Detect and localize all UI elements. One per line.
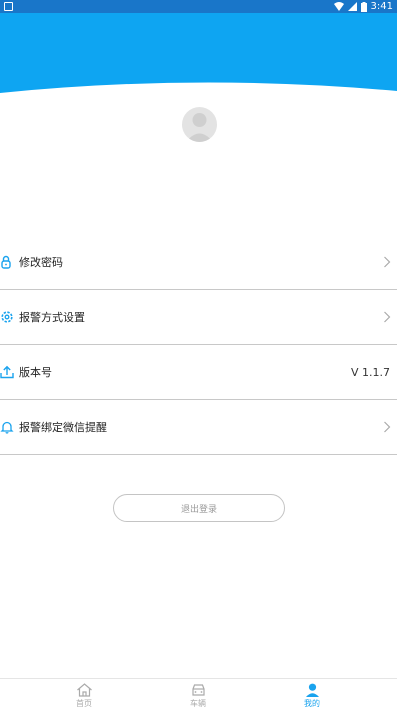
tab-mine[interactable]: 我的	[282, 683, 342, 710]
menu-item-change-password[interactable]: 修改密码	[0, 235, 397, 290]
lock-icon	[1, 255, 11, 269]
chevron-right-icon	[384, 256, 391, 268]
tab-label: 我的	[304, 699, 320, 708]
status-bar: 3:41	[0, 0, 397, 13]
bottom-tab-bar: 首页 车辆 我的	[0, 678, 397, 710]
chevron-right-icon	[384, 311, 391, 323]
menu-item-wechat-alarm-binding[interactable]: 报警绑定微信提醒	[0, 400, 397, 455]
status-time: 3:41	[370, 1, 393, 12]
tab-label: 车辆	[190, 699, 206, 708]
gear-icon	[1, 311, 13, 323]
tab-vehicles[interactable]: 车辆	[168, 683, 228, 710]
notification-icon	[4, 2, 13, 11]
menu-item-version[interactable]: 版本号 V 1.1.7	[0, 345, 397, 400]
battery-icon	[360, 1, 367, 12]
chevron-right-icon	[384, 421, 391, 433]
status-icons: 3:41	[333, 0, 393, 13]
avatar-placeholder-icon	[186, 113, 213, 142]
settings-menu: 修改密码 报警方式设置 版本号 V 1.1.7 报警绑定微信提醒	[0, 235, 397, 455]
menu-item-label: 报警绑定微信提醒	[19, 421, 107, 434]
menu-item-label: 版本号	[19, 366, 52, 379]
home-icon	[76, 683, 92, 697]
logout-button[interactable]: 退出登录	[113, 494, 285, 522]
car-icon	[191, 684, 205, 696]
person-icon	[305, 683, 319, 697]
wifi-icon	[333, 2, 344, 11]
bell-icon	[0, 421, 14, 434]
signal-icon	[347, 2, 357, 11]
tab-label: 首页	[76, 699, 92, 708]
upload-icon	[0, 365, 14, 379]
menu-item-label: 修改密码	[19, 256, 63, 269]
menu-item-label: 报警方式设置	[19, 311, 85, 324]
header-background	[0, 13, 397, 93]
menu-item-alarm-method-settings[interactable]: 报警方式设置	[0, 290, 397, 345]
version-value: V 1.1.7	[350, 365, 390, 379]
tab-home[interactable]: 首页	[54, 683, 114, 710]
avatar[interactable]	[182, 107, 217, 142]
